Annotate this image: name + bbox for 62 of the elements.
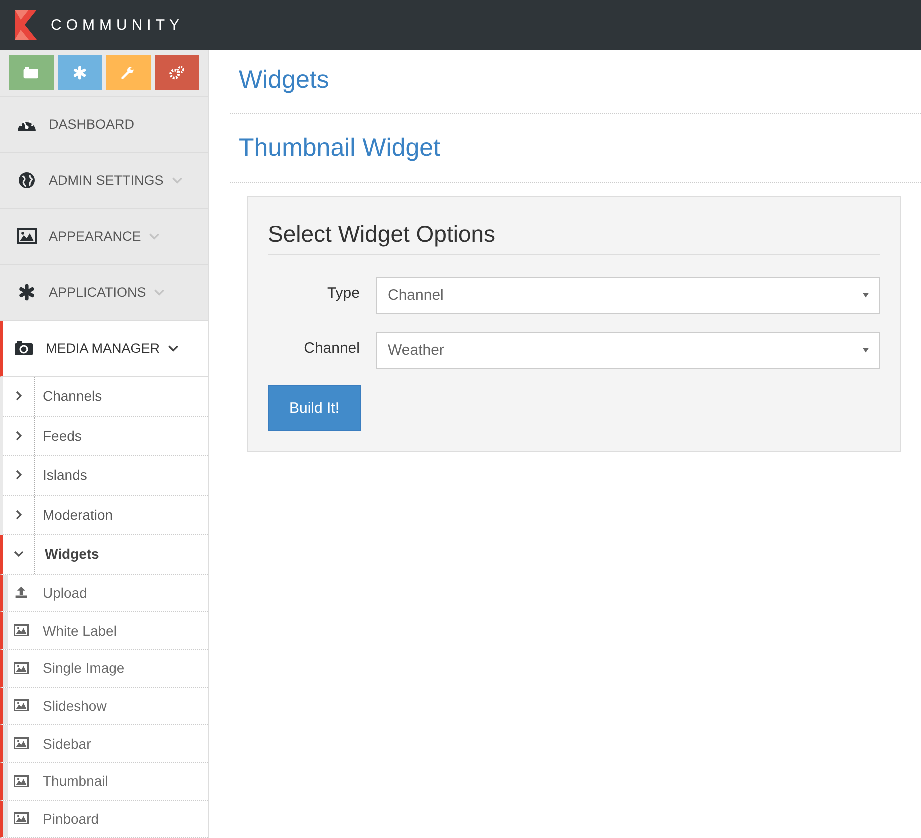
select-field[interactable]: Weather — [376, 332, 880, 369]
submenu-item[interactable]: Thumbnail — [0, 762, 208, 801]
submenu-label: Thumbnail — [43, 773, 108, 790]
wrench-icon — [120, 66, 136, 80]
submenu-label: Channels — [43, 388, 102, 404]
build-button[interactable]: Build It! — [268, 385, 361, 431]
caret-icon — [863, 293, 869, 298]
logo-icon — [15, 10, 37, 40]
submenu-item[interactable]: Sidebar — [0, 725, 208, 763]
submenu-label: White Label — [43, 622, 117, 639]
nav-item[interactable]: APPEARANCE — [0, 209, 208, 265]
submenu-item[interactable]: Channels — [3, 377, 208, 416]
brand-name: COMMUNITY — [51, 16, 184, 34]
panel-title: Select Widget Options — [268, 221, 880, 255]
nav-label: DASHBOARD — [49, 117, 135, 132]
shortcut-button[interactable] — [58, 55, 102, 90]
image-icon — [14, 662, 29, 675]
nav-item[interactable]: MEDIA MANAGER — [0, 321, 208, 377]
shortcut-button[interactable] — [106, 55, 150, 90]
submenu-label: Islands — [43, 467, 88, 484]
submenu-item[interactable]: Slideshow — [0, 688, 208, 726]
caret-icon — [863, 348, 869, 353]
image-icon — [14, 624, 29, 638]
shortcut-button[interactable] — [154, 55, 199, 90]
field-label: Channel — [303, 340, 360, 359]
image-icon — [14, 812, 29, 826]
shortcut-button[interactable] — [9, 55, 54, 90]
submenu-item[interactable]: Feeds — [3, 416, 208, 456]
submenu-item[interactable]: Moderation — [3, 496, 208, 535]
image-icon — [14, 774, 29, 788]
submenu-label: Moderation — [43, 506, 114, 523]
field-label: Type — [326, 285, 360, 304]
image-icon — [17, 228, 37, 245]
asterisk-icon — [72, 66, 88, 80]
nav-label: APPLICATIONS — [49, 285, 146, 300]
submenu-item[interactable]: Widgets — [0, 535, 208, 574]
nav-item[interactable]: ADMIN SETTINGS — [0, 153, 208, 209]
submenu-item[interactable]: Upload — [0, 574, 208, 612]
submenu-item[interactable]: White Label — [0, 612, 208, 650]
submenu-label: Slideshow — [43, 698, 107, 714]
submenu-label: Widgets — [45, 546, 100, 562]
asterisk-icon — [17, 284, 37, 301]
nav-label: APPEARANCE — [49, 229, 142, 244]
select-field[interactable]: Channel — [376, 277, 880, 314]
submenu-item[interactable]: Islands — [3, 456, 208, 496]
submenu-label: Single Image — [43, 660, 125, 676]
upload-icon — [14, 586, 29, 600]
submenu-label: Upload — [43, 584, 88, 601]
globe-icon — [17, 172, 37, 189]
submenu-label: Pinboard — [43, 810, 100, 827]
nav-label: ADMIN SETTINGS — [49, 173, 164, 188]
submenu-label: Feeds — [43, 428, 82, 444]
nav-label: MEDIA MANAGER — [46, 341, 160, 356]
gears-icon — [168, 66, 185, 80]
submenu-item[interactable]: Single Image — [0, 650, 208, 688]
page-title: Widgets — [230, 50, 921, 114]
submenu-item[interactable]: Pinboard — [0, 800, 208, 838]
nav-item[interactable]: DASHBOARD — [0, 97, 208, 153]
submenu-label: Sidebar — [43, 736, 92, 752]
image-icon — [14, 699, 29, 712]
image-icon — [14, 737, 29, 750]
page-subtitle: Thumbnail Widget — [230, 114, 921, 183]
